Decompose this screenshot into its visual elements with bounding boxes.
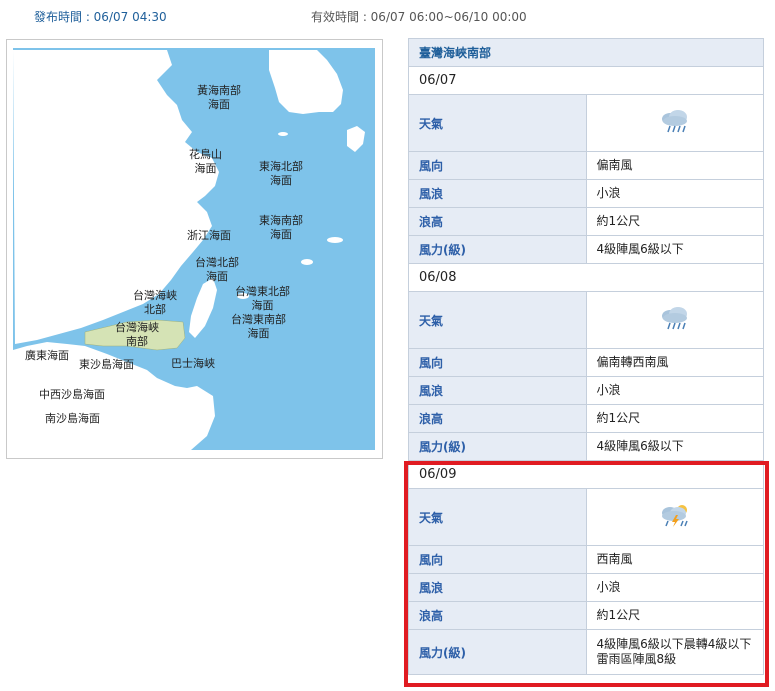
wind-force-label: 風力(級) xyxy=(408,235,587,264)
map-label-yellow-sea-south[interactable]: 黃海南部 海面 xyxy=(197,84,241,112)
wind-force-value: 4級陣風6級以下 xyxy=(585,432,764,461)
wave-height-value: 約1公尺 xyxy=(585,601,764,630)
wave-height-value: 約1公尺 xyxy=(585,404,764,433)
weather-label: 天氣 xyxy=(408,291,587,349)
weather-cell xyxy=(585,291,764,349)
wind-direction-value: 偏南轉西南風 xyxy=(585,348,764,377)
map-label-taiwan-northeast[interactable]: 台灣東北部 海面 xyxy=(235,285,290,313)
forecast-table: 臺灣海峽南部 06/07 天氣 風向 偏南風 風浪 小浪 浪高 約1公尺 風力(級) 4… xyxy=(408,38,764,675)
wind-force-label: 風力(級) xyxy=(408,629,587,675)
wind-force-value: 4級陣風6級以下晨轉4級以下雷雨區陣風8級 xyxy=(585,629,764,675)
thunderstorm-cloud-icon xyxy=(658,502,692,532)
region-name: 臺灣海峽南部 xyxy=(408,38,764,67)
wind-direction-label: 風向 xyxy=(408,545,587,574)
wave-height-value: 約1公尺 xyxy=(585,207,764,236)
wave-value: 小浪 xyxy=(585,573,764,602)
wave-height-label: 浪高 xyxy=(408,404,587,433)
map-label-dongsha[interactable]: 東沙島海面 xyxy=(79,358,134,372)
wind-force-value: 4級陣風6級以下 xyxy=(585,235,764,264)
rain-cloud-icon xyxy=(658,305,692,335)
wave-label: 風浪 xyxy=(408,573,587,602)
day-date: 06/07 xyxy=(408,66,764,95)
map-label-bashi[interactable]: 巴士海峽 xyxy=(171,357,215,371)
wave-value: 小浪 xyxy=(585,376,764,405)
day-date: 06/08 xyxy=(408,263,764,292)
map-label-zhejiang[interactable]: 浙江海面 xyxy=(187,229,231,243)
rain-cloud-icon xyxy=(658,108,692,138)
map-label-guangdong[interactable]: 廣東海面 xyxy=(25,349,69,363)
wind-force-label: 風力(級) xyxy=(408,432,587,461)
wave-label: 風浪 xyxy=(408,179,587,208)
wind-direction-label: 風向 xyxy=(408,151,587,180)
wave-label: 風浪 xyxy=(408,376,587,405)
wave-height-label: 浪高 xyxy=(408,207,587,236)
map-label-huaniaoshan[interactable]: 花鳥山 海面 xyxy=(189,148,222,176)
weather-label: 天氣 xyxy=(408,488,587,546)
wind-direction-label: 風向 xyxy=(408,348,587,377)
issue-time: 發布時間 : 06/07 04:30 xyxy=(34,10,167,24)
map-label-east-sea-south[interactable]: 東海南部 海面 xyxy=(259,214,303,242)
map-label-nansha[interactable]: 南沙島海面 xyxy=(45,412,100,426)
sea-area-map[interactable]: 黃海南部 海面 花鳥山 海面 東海北部 海面 東海南部 海面 浙江海面 台灣北部… xyxy=(6,39,383,459)
map-label-taiwan-north[interactable]: 台灣北部 海面 xyxy=(195,256,239,284)
wind-direction-value: 西南風 xyxy=(585,545,764,574)
map-label-taiwan-southeast[interactable]: 台灣東南部 海面 xyxy=(231,313,286,341)
map-label-zhongxisha[interactable]: 中西沙島海面 xyxy=(39,388,105,402)
valid-time: 有效時間 : 06/07 06:00~06/10 00:00 xyxy=(311,10,527,24)
day-date: 06/09 xyxy=(408,460,764,489)
wind-direction-value: 偏南風 xyxy=(585,151,764,180)
map-label-east-sea-north[interactable]: 東海北部 海面 xyxy=(259,160,303,188)
wave-height-label: 浪高 xyxy=(408,601,587,630)
map-label-strait-north[interactable]: 台灣海峽 北部 xyxy=(133,289,177,317)
weather-cell xyxy=(585,94,764,152)
wave-value: 小浪 xyxy=(585,179,764,208)
weather-label: 天氣 xyxy=(408,94,587,152)
weather-cell xyxy=(585,488,764,546)
map-label-strait-south[interactable]: 台灣海峽 南部 xyxy=(115,321,159,349)
